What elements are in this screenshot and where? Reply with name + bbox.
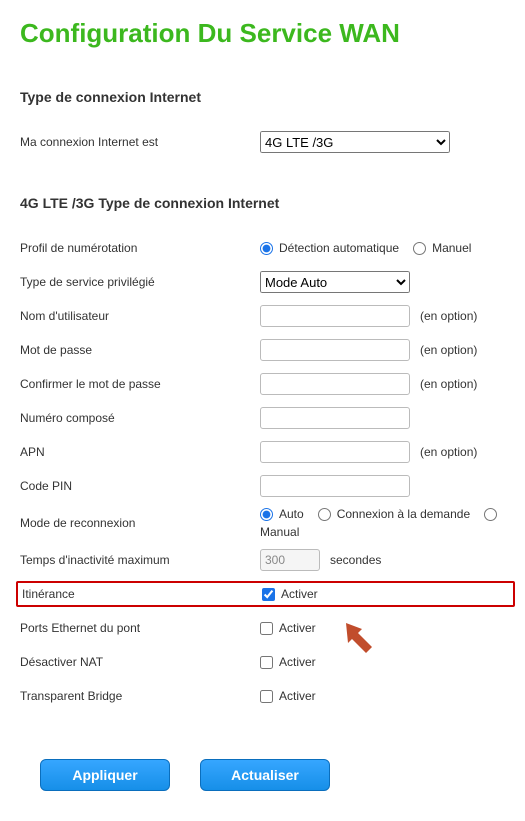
row-service-type: Type de service privilégié Mode Auto — [20, 269, 515, 295]
bridge-ports-checkbox-label: Activer — [279, 621, 316, 635]
reconnect-demand-label: Connexion à la demande — [337, 507, 470, 521]
dial-profile-auto-label: Détection automatique — [279, 241, 399, 255]
dial-profile-label: Profil de numérotation — [20, 241, 260, 255]
reconnect-mode-label: Mode de reconnexion — [20, 516, 260, 530]
reconnect-auto-label: Auto — [279, 507, 304, 521]
dial-profile-manual-radio[interactable] — [413, 242, 426, 255]
roaming-checkbox[interactable] — [262, 588, 275, 601]
service-type-select[interactable]: Mode Auto — [260, 271, 410, 293]
row-disable-nat: Désactiver NAT Activer — [20, 649, 515, 675]
apn-input[interactable] — [260, 441, 410, 463]
confirm-password-label: Confirmer le mot de passe — [20, 377, 260, 391]
my-connection-select[interactable]: 4G LTE /3G — [260, 131, 450, 153]
row-idle-time: Temps d'inactivité maximum secondes — [20, 547, 515, 573]
row-password: Mot de passe (en option) — [20, 337, 515, 363]
idle-time-label: Temps d'inactivité maximum — [20, 553, 260, 567]
dialed-number-input[interactable] — [260, 407, 410, 429]
dialed-number-label: Numéro composé — [20, 411, 260, 425]
apply-button[interactable]: Appliquer — [40, 759, 170, 791]
confirm-password-hint: (en option) — [420, 377, 477, 391]
confirm-password-input[interactable] — [260, 373, 410, 395]
section-4glte-heading: 4G LTE /3G Type de connexion Internet — [20, 195, 515, 211]
section-connection-type-heading: Type de connexion Internet — [20, 89, 515, 105]
row-roaming: Itinérance Activer — [16, 581, 515, 607]
roaming-checkbox-label: Activer — [281, 587, 318, 601]
row-reconnect-mode: Mode de reconnexion Auto Connexion à la … — [20, 507, 515, 539]
apn-label: APN — [20, 445, 260, 459]
row-bridge-ports: Ports Ethernet du pont Activer — [20, 615, 515, 641]
reconnect-auto-radio[interactable] — [260, 508, 273, 521]
dial-profile-auto-radio[interactable] — [260, 242, 273, 255]
disable-nat-checkbox[interactable] — [260, 656, 273, 669]
row-my-connection: Ma connexion Internet est 4G LTE /3G — [20, 129, 515, 155]
username-label: Nom d'utilisateur — [20, 309, 260, 323]
disable-nat-checkbox-label: Activer — [279, 655, 316, 669]
idle-time-input — [260, 549, 320, 571]
password-label: Mot de passe — [20, 343, 260, 357]
reconnect-manual-radio[interactable] — [484, 508, 497, 521]
reconnect-demand-radio[interactable] — [318, 508, 331, 521]
row-transparent-bridge: Transparent Bridge Activer — [20, 683, 515, 709]
my-connection-label: Ma connexion Internet est — [20, 135, 260, 149]
pin-label: Code PIN — [20, 479, 260, 493]
transparent-bridge-checkbox[interactable] — [260, 690, 273, 703]
button-bar: Appliquer Actualiser — [40, 759, 515, 791]
row-confirm-password: Confirmer le mot de passe (en option) — [20, 371, 515, 397]
pin-input[interactable] — [260, 475, 410, 497]
row-dialed-number: Numéro composé — [20, 405, 515, 431]
password-hint: (en option) — [420, 343, 477, 357]
password-input[interactable] — [260, 339, 410, 361]
reconnect-manual-label: Manual — [260, 525, 299, 539]
refresh-button[interactable]: Actualiser — [200, 759, 330, 791]
service-type-label: Type de service privilégié — [20, 275, 260, 289]
row-pin: Code PIN — [20, 473, 515, 499]
username-hint: (en option) — [420, 309, 477, 323]
transparent-bridge-label: Transparent Bridge — [20, 689, 260, 703]
roaming-label: Itinérance — [22, 587, 262, 601]
disable-nat-label: Désactiver NAT — [20, 655, 260, 669]
row-username: Nom d'utilisateur (en option) — [20, 303, 515, 329]
bridge-ports-label: Ports Ethernet du pont — [20, 621, 260, 635]
page-title: Configuration Du Service WAN — [20, 18, 515, 49]
row-dial-profile: Profil de numérotation Détection automat… — [20, 235, 515, 261]
username-input[interactable] — [260, 305, 410, 327]
dial-profile-manual-label: Manuel — [432, 241, 471, 255]
idle-time-suffix: secondes — [330, 553, 381, 567]
transparent-bridge-checkbox-label: Activer — [279, 689, 316, 703]
apn-hint: (en option) — [420, 445, 477, 459]
row-apn: APN (en option) — [20, 439, 515, 465]
bridge-ports-checkbox[interactable] — [260, 622, 273, 635]
